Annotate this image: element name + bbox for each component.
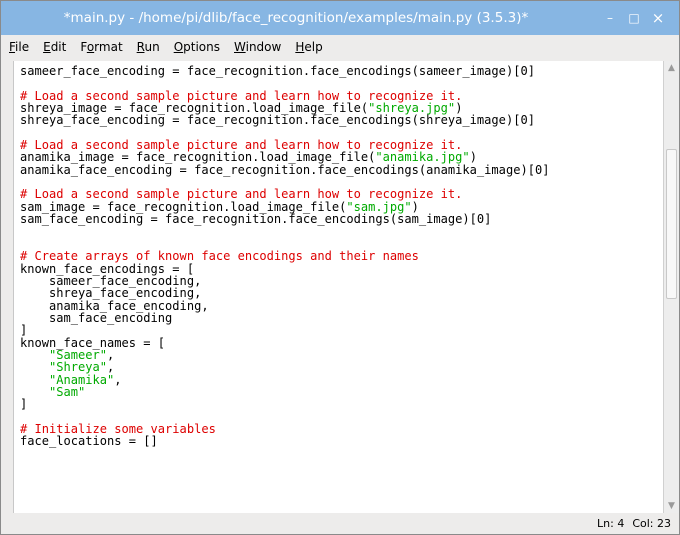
code-token: shreya_face_encoding = face_recognition.… <box>20 113 535 128</box>
menu-bar: File Edit Format Run Options Window Help <box>1 35 679 59</box>
maximize-icon[interactable]: □ <box>623 1 645 35</box>
scroll-down-icon[interactable]: ▼ <box>664 499 679 513</box>
code-line[interactable]: known_face_names = [ <box>20 336 664 349</box>
title-bar[interactable]: *main.py - /home/pi/dlib/face_recognitio… <box>1 1 679 35</box>
window-title: *main.py - /home/pi/dlib/face_recognitio… <box>63 10 529 26</box>
menu-mnemonic: E <box>43 40 51 54</box>
menu-mnemonic: O <box>173 40 184 54</box>
code-line[interactable]: sam_face_encoding <box>20 312 664 324</box>
menu-run[interactable]: Run <box>130 35 167 59</box>
menu-options[interactable]: Options <box>167 35 227 59</box>
menu-label-rest: dit <box>50 40 67 54</box>
code-token: sam_face_encoding = face_recognition.fac… <box>20 212 492 227</box>
code-line[interactable]: ] <box>20 398 664 410</box>
line-number: Ln: 4 <box>597 517 625 530</box>
scrollbar-thumb[interactable] <box>666 149 677 299</box>
code-token: anamika_face_encoding = face_recognition… <box>20 162 550 177</box>
menu-format[interactable]: Format <box>73 35 129 59</box>
menu-edit[interactable]: Edit <box>36 35 73 59</box>
code-token: face_locations = [] <box>20 434 158 449</box>
code-line[interactable]: anamika_face_encoding = face_recognition… <box>20 164 664 176</box>
idle-editor-window: *main.py - /home/pi/dlib/face_recognitio… <box>0 0 680 535</box>
menu-mnemonic: W <box>234 40 246 54</box>
code-string: "Sam" <box>49 384 86 399</box>
menu-window[interactable]: Window <box>227 35 288 59</box>
menu-help[interactable]: Help <box>288 35 329 59</box>
cursor-position: Ln: 4 Col: 23 <box>589 513 671 534</box>
menu-label-rest: ile <box>15 40 30 54</box>
code-line[interactable]: "Sam" <box>20 386 664 398</box>
menu-label-rest: indow <box>245 40 282 54</box>
menu-label-rest: elp <box>304 40 323 54</box>
code-line[interactable]: sameer_face_encoding = face_recognition.… <box>20 65 664 77</box>
menu-label-rest: rmat <box>94 40 123 54</box>
minimize-icon[interactable]: – <box>599 1 621 35</box>
column-number: Col: 23 <box>632 517 671 530</box>
menu-label-rest: un <box>144 40 160 54</box>
code-line[interactable]: ​ <box>20 225 664 237</box>
scroll-up-icon[interactable]: ▲ <box>664 61 679 75</box>
code-line[interactable]: "Sameer", <box>20 349 664 361</box>
code-line[interactable]: sam_face_encoding = face_recognition.fac… <box>20 213 664 225</box>
close-icon[interactable]: × <box>647 1 669 35</box>
code-token: , <box>114 372 122 387</box>
menu-label-rest: ptions <box>183 40 220 54</box>
code-text[interactable]: sameer_face_encoding = face_recognition.… <box>14 61 664 448</box>
code-token: ] <box>20 397 28 412</box>
code-editor[interactable]: sameer_face_encoding = face_recognition.… <box>13 61 664 513</box>
code-line[interactable]: "Anamika", <box>20 372 664 387</box>
vertical-scrollbar[interactable]: ▲ ▼ <box>663 61 679 513</box>
status-bar: Ln: 4 Col: 23 <box>1 513 679 534</box>
menu-file[interactable]: File <box>1 35 36 59</box>
menu-mnemonic: H <box>295 40 305 54</box>
code-line[interactable]: face_locations = [] <box>20 435 664 447</box>
code-line[interactable]: shreya_face_encoding = face_recognition.… <box>20 114 664 126</box>
code-token: sam_face_encoding <box>20 310 173 325</box>
code-token: sameer_face_encoding = face_recognition.… <box>20 64 535 78</box>
